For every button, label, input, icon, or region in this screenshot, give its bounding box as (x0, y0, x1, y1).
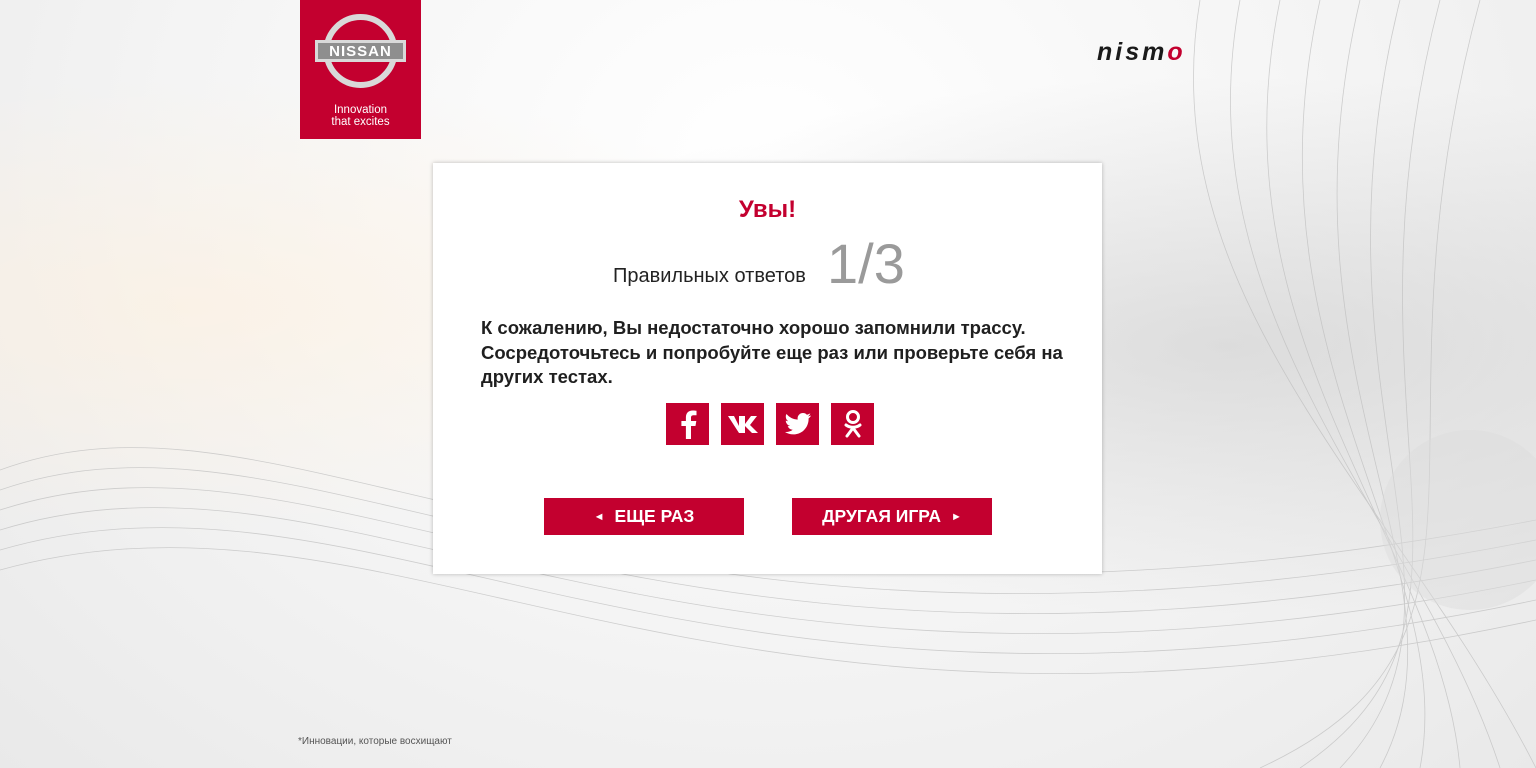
tagline-line2: that excites (331, 116, 390, 128)
retry-arrow-icon: ◄ (593, 510, 605, 523)
vk-icon (727, 416, 758, 433)
retry-button[interactable]: ◄ ЕЩЕ РАЗ (544, 498, 744, 535)
other-game-label: ДРУГАЯ ИГРА (822, 506, 942, 526)
result-card: Увы! Правильных ответов 1/3 К сожалению,… (433, 163, 1102, 574)
share-facebook-button[interactable] (666, 403, 709, 445)
nismo-logo-o: o (1167, 38, 1186, 66)
tagline-line1: Innovation (333, 104, 388, 116)
nismo-logo-main: nism (1097, 38, 1168, 66)
logo-tagline: Innovation that excites (300, 104, 421, 128)
share-vk-button[interactable] (721, 403, 764, 445)
nissan-wordmark: NISSAN (329, 43, 392, 60)
retry-label: ЕЩЕ РАЗ (614, 506, 695, 526)
nissan-logo[interactable]: NISSAN Innovation that excites (300, 0, 421, 139)
facebook-icon (680, 410, 696, 439)
footer-note: *Инновации, которые восхищают (298, 736, 452, 747)
score-value: 1/3 (827, 232, 905, 295)
share-twitter-button[interactable] (776, 403, 819, 445)
share-odnoklassniki-button[interactable] (831, 403, 874, 445)
result-title: Увы! (738, 196, 797, 223)
other-game-arrow-icon: ► (951, 510, 962, 523)
other-game-button[interactable]: ДРУГАЯ ИГРА ► (792, 498, 992, 535)
score-label: Правильных ответов (613, 265, 806, 287)
result-message: К сожалению, Вы недостаточно хорошо запо… (481, 317, 1063, 387)
odnoklassniki-icon (844, 410, 861, 438)
twitter-icon (784, 413, 811, 435)
nismo-logo[interactable]: nismo (1097, 38, 1186, 67)
